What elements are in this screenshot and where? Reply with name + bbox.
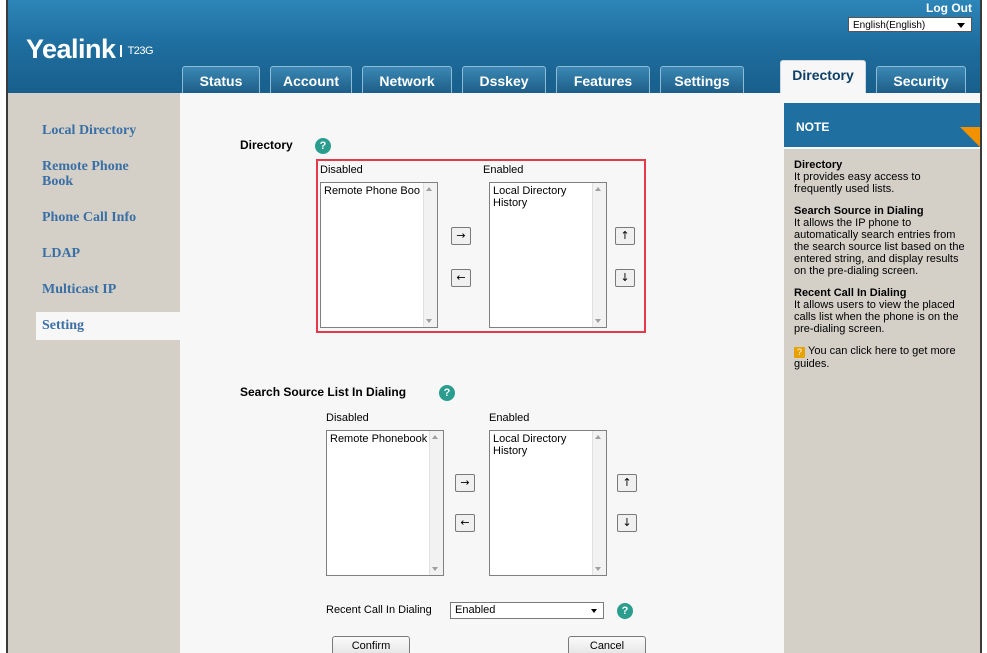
note-guide[interactable]: ? You can click here to get more guides. bbox=[794, 345, 970, 370]
recent-call-value: Enabled bbox=[455, 604, 496, 616]
guide-text[interactable]: You can click here to get more guides. bbox=[794, 345, 956, 370]
search-source-help-icon[interactable]: ? bbox=[439, 385, 455, 401]
tab-network[interactable]: Network bbox=[362, 66, 452, 93]
note-text: It allows the IP phone to automatically … bbox=[794, 217, 965, 277]
scrollbar[interactable] bbox=[429, 431, 443, 575]
note-heading: Recent Call In Dialing bbox=[794, 287, 907, 299]
chevron-down-icon bbox=[957, 23, 965, 28]
guide-icon: ? bbox=[794, 347, 805, 358]
confirm-button[interactable]: Confirm bbox=[332, 636, 410, 653]
move-up-button[interactable]: ↑ bbox=[615, 227, 635, 245]
note-section: Recent Call In Dialing It allows users to… bbox=[794, 287, 970, 335]
recent-call-help-icon[interactable]: ? bbox=[617, 603, 633, 619]
recent-call-label: Recent Call In Dialing bbox=[326, 604, 432, 616]
cancel-button[interactable]: Cancel bbox=[568, 636, 646, 653]
sidebar-item-ldap[interactable]: LDAP bbox=[42, 246, 178, 261]
search-move-right-button[interactable]: → bbox=[455, 474, 475, 492]
tab-account[interactable]: Account bbox=[270, 66, 352, 93]
sidebar-item-remote-phone-book[interactable]: Remote Phone Book bbox=[42, 159, 162, 189]
directory-enabled-list[interactable]: Local Directory History bbox=[489, 182, 607, 328]
note-header: NOTE bbox=[784, 103, 980, 147]
model-label: T23G bbox=[119, 44, 154, 57]
list-item[interactable]: Local Directory bbox=[493, 433, 593, 445]
note-corner-decoration bbox=[960, 127, 980, 147]
directory-disabled-list[interactable]: Remote Phone Boo bbox=[320, 182, 438, 328]
tab-settings[interactable]: Settings bbox=[660, 66, 744, 93]
sidebar: Local Directory Remote Phone Book Phone … bbox=[8, 93, 186, 653]
note-section: Directory It provides easy access to freq… bbox=[794, 159, 970, 195]
sidebar-item-local-directory[interactable]: Local Directory bbox=[42, 123, 178, 138]
web-ui-frame: Yealink T23G Log Out English(English) Sta… bbox=[6, 0, 982, 653]
recent-call-select[interactable]: Enabled bbox=[450, 602, 604, 619]
sidebar-item-setting[interactable]: Setting bbox=[36, 312, 186, 340]
brand-name: Yealink bbox=[26, 34, 116, 64]
directory-disabled-label: Disabled bbox=[320, 164, 363, 176]
note-heading: Directory bbox=[794, 159, 843, 171]
search-source-section-title: Search Source List In Dialing bbox=[240, 385, 407, 399]
sidebar-item-multicast-ip[interactable]: Multicast IP bbox=[42, 282, 178, 297]
scrollbar[interactable] bbox=[592, 431, 606, 575]
yealink-logo: Yealink T23G bbox=[26, 34, 154, 65]
list-item[interactable]: Local Directory bbox=[493, 185, 593, 197]
note-body: Directory It provides easy access to freq… bbox=[784, 149, 980, 653]
tab-security[interactable]: Security bbox=[876, 66, 966, 93]
note-text: It provides easy access to frequently us… bbox=[794, 171, 921, 195]
move-left-button[interactable]: ← bbox=[451, 269, 471, 287]
search-move-down-button[interactable]: ↓ bbox=[617, 514, 637, 532]
tab-directory[interactable]: Directory bbox=[780, 60, 866, 93]
list-item[interactable]: Remote Phonebook bbox=[330, 433, 430, 445]
scrollbar[interactable] bbox=[592, 183, 606, 327]
move-right-button[interactable]: → bbox=[451, 227, 471, 245]
note-panel: NOTE Directory It provides easy access to… bbox=[784, 93, 980, 653]
list-item[interactable]: Remote Phone Boo bbox=[324, 185, 424, 197]
tab-status[interactable]: Status bbox=[182, 66, 260, 93]
scrollbar[interactable] bbox=[423, 183, 437, 327]
list-item[interactable]: History bbox=[493, 445, 593, 457]
note-heading: Search Source in Dialing bbox=[794, 205, 924, 217]
tab-dsskey[interactable]: Dsskey bbox=[462, 66, 546, 93]
language-select[interactable]: English(English) bbox=[848, 17, 972, 32]
language-value: English(English) bbox=[853, 20, 926, 31]
directory-help-icon[interactable]: ? bbox=[315, 138, 331, 154]
directory-section-title: Directory bbox=[240, 138, 293, 152]
chevron-down-icon bbox=[591, 609, 597, 613]
move-down-button[interactable]: ↓ bbox=[615, 269, 635, 287]
note-title: NOTE bbox=[796, 120, 830, 134]
search-enabled-list[interactable]: Local Directory History bbox=[489, 430, 607, 576]
main-content: Directory ? Disabled Enabled Remote Phon… bbox=[180, 93, 784, 653]
tab-features[interactable]: Features bbox=[556, 66, 650, 93]
note-text: It allows users to view the placed calls… bbox=[794, 299, 959, 335]
search-disabled-list[interactable]: Remote Phonebook bbox=[326, 430, 444, 576]
search-move-up-button[interactable]: ↑ bbox=[617, 474, 637, 492]
note-section: Search Source in Dialing It allows the IP… bbox=[794, 205, 970, 277]
search-disabled-label: Disabled bbox=[326, 412, 369, 424]
directory-enabled-label: Enabled bbox=[483, 164, 524, 176]
header-bar: Yealink T23G Log Out English(English) Sta… bbox=[8, 0, 980, 93]
logout-link[interactable]: Log Out bbox=[926, 1, 972, 15]
list-item[interactable]: History bbox=[493, 197, 593, 209]
sidebar-item-phone-call-info[interactable]: Phone Call Info bbox=[42, 210, 178, 225]
search-enabled-label: Enabled bbox=[489, 412, 530, 424]
search-move-left-button[interactable]: ← bbox=[455, 514, 475, 532]
